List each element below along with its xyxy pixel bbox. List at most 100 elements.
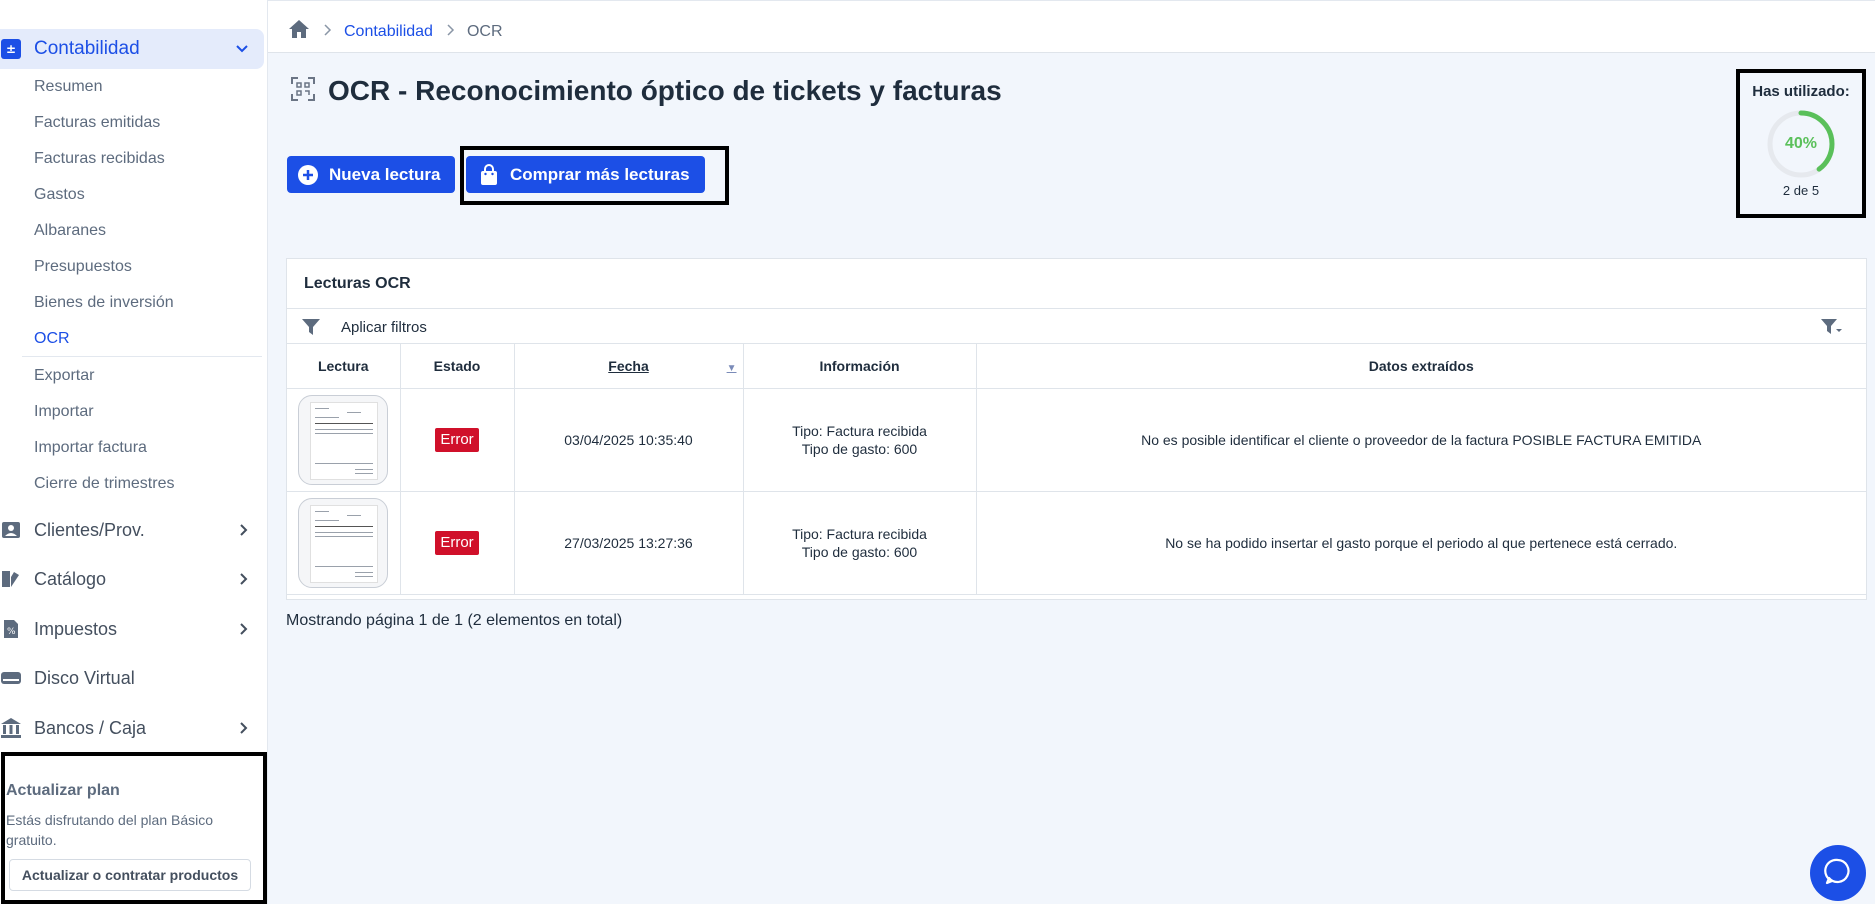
sidebar-subitem-bienes-inversion[interactable]: Bienes de inversión [34,294,174,312]
sidebar-divider [22,356,262,357]
usage-widget: Has utilizado: 40% 2 de 5 [1736,69,1866,218]
page-title: OCR - Reconocimiento óptico de tickets y… [328,75,1002,106]
row-date: 27/03/2025 13:27:36 [514,491,744,595]
status-badge: Error [435,530,479,555]
buy-more-readings-button[interactable]: Comprar más lecturas [466,156,705,193]
sidebar-item-catalogo[interactable]: Catálogo [0,564,264,594]
sidebar-subitem-importar-factura[interactable]: Importar factura [34,439,147,457]
calculator-icon: ± [1,39,21,59]
contacts-icon [0,519,22,541]
document-thumbnail[interactable] [298,394,389,485]
chevron-right-icon [236,721,250,740]
chevron-right-icon [236,572,250,591]
sidebar-item-label: Catálogo [34,568,107,589]
plus-circle-icon [297,164,319,186]
sidebar-item-clientes[interactable]: Clientes/Prov. [0,515,264,545]
column-header-fecha-label: Fecha [608,357,649,374]
table-row: Error 03/04/2025 10:35:40 Tipo: Factura … [287,388,1866,492]
upgrade-plan-box: Actualizar plan Estás disfrutando del pl… [1,752,267,904]
column-header-fecha[interactable]: Fecha ▼ [514,344,744,389]
upgrade-plan-text: Estás disfrutando del plan Básico gratui… [6,812,214,848]
bank-icon [0,717,22,739]
usage-count: 2 de 5 [1782,183,1820,198]
document-thumbnail[interactable] [298,497,389,588]
chevron-down-icon [234,40,250,61]
ocr-scan-icon [290,76,316,107]
pagination-info: Mostrando página 1 de 1 (2 elementos en … [286,612,623,629]
row-info-expense-type: Tipo de gasto: 600 [801,543,918,560]
status-badge: Error [435,427,479,452]
row-extracted-data: No es posible identificar el cliente o p… [976,388,1866,492]
column-header-lectura: Lectura [287,344,401,389]
catalog-icon [0,568,22,590]
breadcrumb: Contabilidad OCR [288,19,503,44]
sidebar: ± Contabilidad Resumen Facturas emitidas… [0,0,268,904]
sidebar-item-label: Contabilidad [34,38,140,59]
svg-text:%: % [7,627,16,637]
breadcrumb-separator-icon [322,23,332,41]
row-extracted-data: No se ha podido insertar el gasto porque… [976,491,1866,595]
breadcrumb-current: OCR [466,22,503,40]
shopping-bag-icon [478,163,500,186]
filter-bar[interactable]: Aplicar filtros [287,308,1866,344]
column-header-datos: Datos extraídos [976,344,1866,389]
row-info: Tipo: Factura recibida Tipo de gasto: 60… [743,491,977,595]
row-info: Tipo: Factura recibida Tipo de gasto: 60… [743,388,977,492]
sidebar-subitem-importar[interactable]: Importar [34,403,94,421]
breadcrumb-link-contabilidad[interactable]: Contabilidad [344,23,433,41]
sidebar-item-impuestos[interactable]: % Impuestos [0,614,264,644]
sidebar-subitem-cierre-trimestres[interactable]: Cierre de trimestres [34,475,174,493]
sidebar-subitem-facturas-recibidas[interactable]: Facturas recibidas [34,150,165,168]
sidebar-item-disco-virtual[interactable]: Disco Virtual [0,663,264,693]
virtual-disk-icon [0,667,22,689]
page-header: OCR - Reconocimiento óptico de tickets y… [290,75,1002,107]
chevron-right-icon [236,622,250,641]
sidebar-item-label: Bancos / Caja [34,717,147,738]
filter-dropdown-icon[interactable] [1820,318,1844,341]
main-content: OCR - Reconocimiento óptico de tickets y… [268,53,1875,904]
sidebar-subitem-facturas-emitidas[interactable]: Facturas emitidas [34,114,160,132]
chevron-right-icon [236,523,250,542]
upgrade-plan-title: Actualizar plan [6,782,120,799]
home-icon[interactable] [288,19,310,44]
document-preview [310,401,379,480]
filter-icon[interactable] [301,318,321,341]
taxes-icon: % [0,618,22,640]
sidebar-item-label: Impuestos [34,618,118,639]
row-info-type: Tipo: Factura recibida [792,525,927,542]
sidebar-subitem-albaranes[interactable]: Albaranes [34,222,106,240]
table-row: Error 27/03/2025 13:27:36 Tipo: Factura … [287,491,1866,595]
sidebar-item-contabilidad[interactable]: ± Contabilidad [0,29,264,69]
chat-button[interactable] [1810,845,1866,901]
upgrade-plan-button[interactable]: Actualizar o contratar productos [9,859,251,891]
sidebar-subitem-exportar[interactable]: Exportar [34,367,94,385]
row-date: 03/04/2025 10:35:40 [514,388,744,492]
top-bar: Contabilidad OCR [268,0,1875,53]
chat-icon [1824,857,1852,890]
apply-filters-label[interactable]: Aplicar filtros [341,319,427,336]
row-info-type: Tipo: Factura recibida [792,422,927,439]
sidebar-subitem-gastos[interactable]: Gastos [34,186,85,204]
new-reading-label: Nueva lectura [329,164,441,184]
ocr-readings-panel: Lecturas OCR Aplicar filtros Lectura Est… [286,258,1867,600]
sidebar-subitem-presupuestos[interactable]: Presupuestos [34,258,132,276]
sidebar-item-label: Clientes/Prov. [34,519,145,540]
usage-title: Has utilizado: [1752,83,1850,100]
new-reading-button[interactable]: Nueva lectura [287,156,455,193]
sidebar-item-bancos[interactable]: Bancos / Caja [0,713,264,743]
sidebar-item-label: Disco Virtual [34,667,135,688]
sort-desc-icon[interactable]: ▼ [727,363,737,374]
ocr-readings-table: Lectura Estado Fecha ▼ Información Datos… [287,344,1866,595]
document-preview [310,504,379,583]
column-header-informacion: Información [743,344,977,389]
row-info-expense-type: Tipo de gasto: 600 [801,440,918,457]
usage-ring: 40% [1766,109,1836,179]
panel-title: Lecturas OCR [304,275,411,292]
sidebar-subitem-resumen[interactable]: Resumen [34,78,102,96]
table-header-row: Lectura Estado Fecha ▼ Información Datos… [287,344,1866,389]
column-header-estado: Estado [400,344,515,389]
breadcrumb-separator-icon [445,23,455,41]
buy-more-readings-label: Comprar más lecturas [510,164,690,184]
usage-percent: 40% [1784,135,1818,152]
sidebar-subitem-ocr[interactable]: OCR [34,330,70,348]
